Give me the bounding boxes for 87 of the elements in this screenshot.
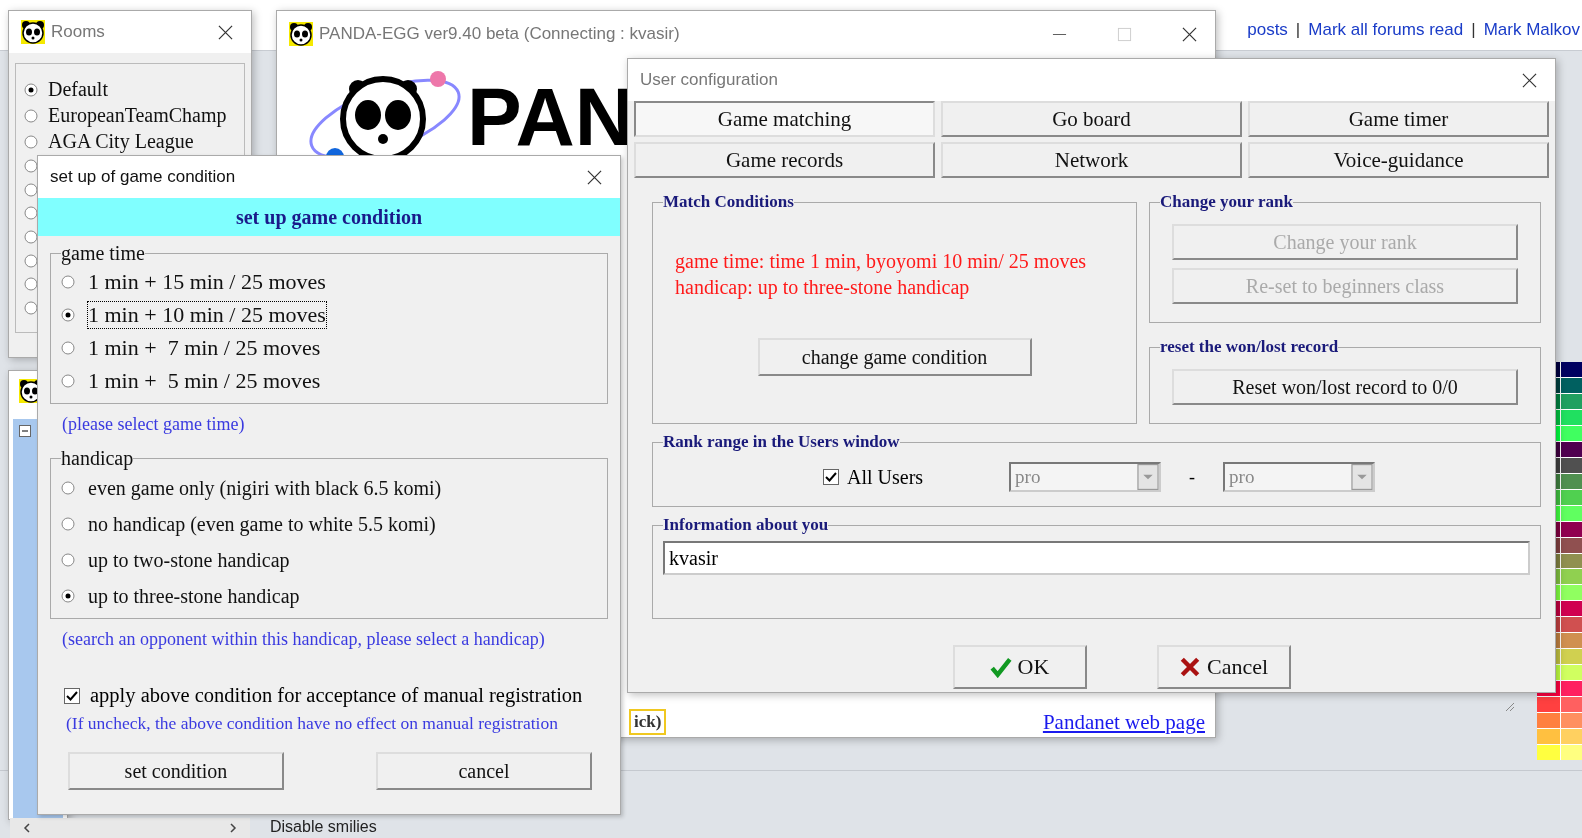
change-condition-button[interactable]: change game condition [757, 338, 1032, 376]
checkbox-label: All Users [847, 465, 924, 489]
radio-label[interactable]: up to two-stone handicap [87, 547, 291, 573]
radio-label[interactable]: even game only (nigiri with black 6.5 komi) [87, 475, 443, 501]
scroll-right-icon[interactable] [228, 823, 238, 833]
radio-button[interactable] [61, 274, 75, 289]
radio-button[interactable] [24, 206, 38, 221]
close-icon[interactable] [218, 24, 233, 40]
range-separator: - [1189, 466, 1196, 488]
tab[interactable]: Game matching [634, 101, 935, 137]
web-page-link[interactable]: Pandanet web page [1042, 710, 1205, 735]
radio-button[interactable] [24, 108, 38, 123]
tab[interactable]: Go board [941, 101, 1242, 137]
radio-label[interactable]: 1 min + 10 min / 25 moves [87, 300, 327, 329]
group-label: reset the won/lost record [1160, 337, 1339, 357]
tab[interactable]: Game timer [1248, 101, 1549, 137]
radio-label[interactable]: no handicap (even game to white 5.5 komi) [87, 511, 437, 537]
radio-button[interactable] [61, 481, 75, 495]
condition-text: game time: time 1 min, byoyomi 10 min/ 25 moves [675, 249, 1088, 274]
radio-button[interactable] [24, 230, 38, 244]
nav-link[interactable]: posts [1247, 20, 1288, 40]
checkbox[interactable] [64, 687, 80, 704]
resize-grip-icon[interactable] [1503, 700, 1515, 712]
group-label: Change your rank [1160, 192, 1293, 212]
hint-text: (please select game time) [61, 413, 246, 436]
radio-label[interactable]: up to three-stone handicap [87, 583, 301, 609]
cancel-button[interactable]: Cancel [1156, 645, 1291, 689]
hint-text: (search an opponent within this handicap, please select a handicap) [61, 628, 546, 651]
room-label[interactable]: Default [48, 78, 108, 101]
room-label[interactable]: EuropeanTeamChamp [48, 104, 227, 127]
maximize-icon[interactable] [1117, 26, 1132, 42]
condition-text: handicap: up to three-stone handicap [675, 275, 971, 300]
panda-icon [289, 22, 313, 46]
radio-button[interactable] [24, 300, 38, 315]
window-title: set up of game condition [50, 167, 237, 187]
group-label: Information about you [663, 515, 829, 535]
hint-text: ick) [629, 709, 667, 735]
window-title: User configuration [640, 70, 779, 90]
close-icon[interactable] [1182, 26, 1197, 42]
logo-text: PAN [467, 70, 635, 164]
checkbox-label[interactable]: apply above condition for acceptance of manual registration [90, 684, 583, 707]
radio-button[interactable] [61, 553, 75, 567]
hint-text: (If uncheck, the above condition have no effect on manual registration [65, 712, 559, 734]
checkmark-icon [989, 656, 1012, 678]
group-label: handicap [61, 447, 134, 470]
group-label: Rank range in the Users window [663, 432, 900, 452]
ok-button[interactable]: OK [952, 645, 1087, 689]
scroll-left-icon[interactable] [22, 823, 32, 833]
radio-button[interactable] [24, 82, 38, 97]
radio-button[interactable] [61, 589, 75, 603]
room-label[interactable]: AGA City League [48, 130, 194, 153]
information-field[interactable]: kvasir [663, 541, 1530, 575]
dialog-header: set up game condition [38, 198, 620, 236]
option-label: Disable smilies [270, 818, 377, 836]
radio-button[interactable] [24, 159, 38, 174]
radio-label[interactable]: 1 min + 7 min / 25 moves [87, 333, 322, 362]
radio-button[interactable] [61, 517, 75, 531]
tab[interactable]: Network [941, 142, 1242, 178]
group-label: Match Conditions [663, 192, 794, 212]
tab[interactable]: Voice-guidance [1248, 142, 1549, 178]
group-label: game time [61, 242, 145, 265]
dialog-button[interactable]: set condition [68, 752, 284, 790]
radio-button[interactable] [61, 307, 75, 322]
close-icon[interactable] [587, 169, 602, 185]
close-icon[interactable] [1522, 72, 1537, 88]
separator-text: | [1295, 20, 1301, 40]
radio-label[interactable]: 1 min + 5 min / 25 moves [87, 366, 322, 395]
window-title: Rooms [51, 22, 106, 42]
reset-record-button[interactable]: Reset won/lost record to 0/0 [1172, 369, 1518, 405]
radio-button[interactable] [24, 277, 38, 292]
radio-label[interactable]: 1 min + 15 min / 25 moves [87, 267, 327, 296]
radio-button[interactable] [61, 340, 75, 355]
tab[interactable]: Game records [634, 142, 935, 178]
window-title: PANDA-EGG ver9.40 beta (Connecting : kvasir) [319, 24, 681, 44]
checkbox[interactable] [823, 469, 839, 485]
separator-text: | [1471, 20, 1476, 40]
radio-button[interactable] [24, 182, 38, 197]
dialog-button[interactable]: cancel [376, 752, 592, 790]
radio-button[interactable] [24, 253, 38, 268]
panda-icon [21, 20, 45, 44]
nav-link[interactable]: Mark Malkov [1483, 20, 1580, 40]
nav-link[interactable]: Mark all forums read [1308, 20, 1464, 40]
radio-button[interactable] [61, 373, 75, 388]
collapse-icon[interactable] [19, 425, 31, 437]
x-mark-icon [1178, 656, 1201, 678]
horizontal-scrollbar[interactable] [10, 818, 250, 838]
radio-button[interactable] [24, 134, 38, 149]
